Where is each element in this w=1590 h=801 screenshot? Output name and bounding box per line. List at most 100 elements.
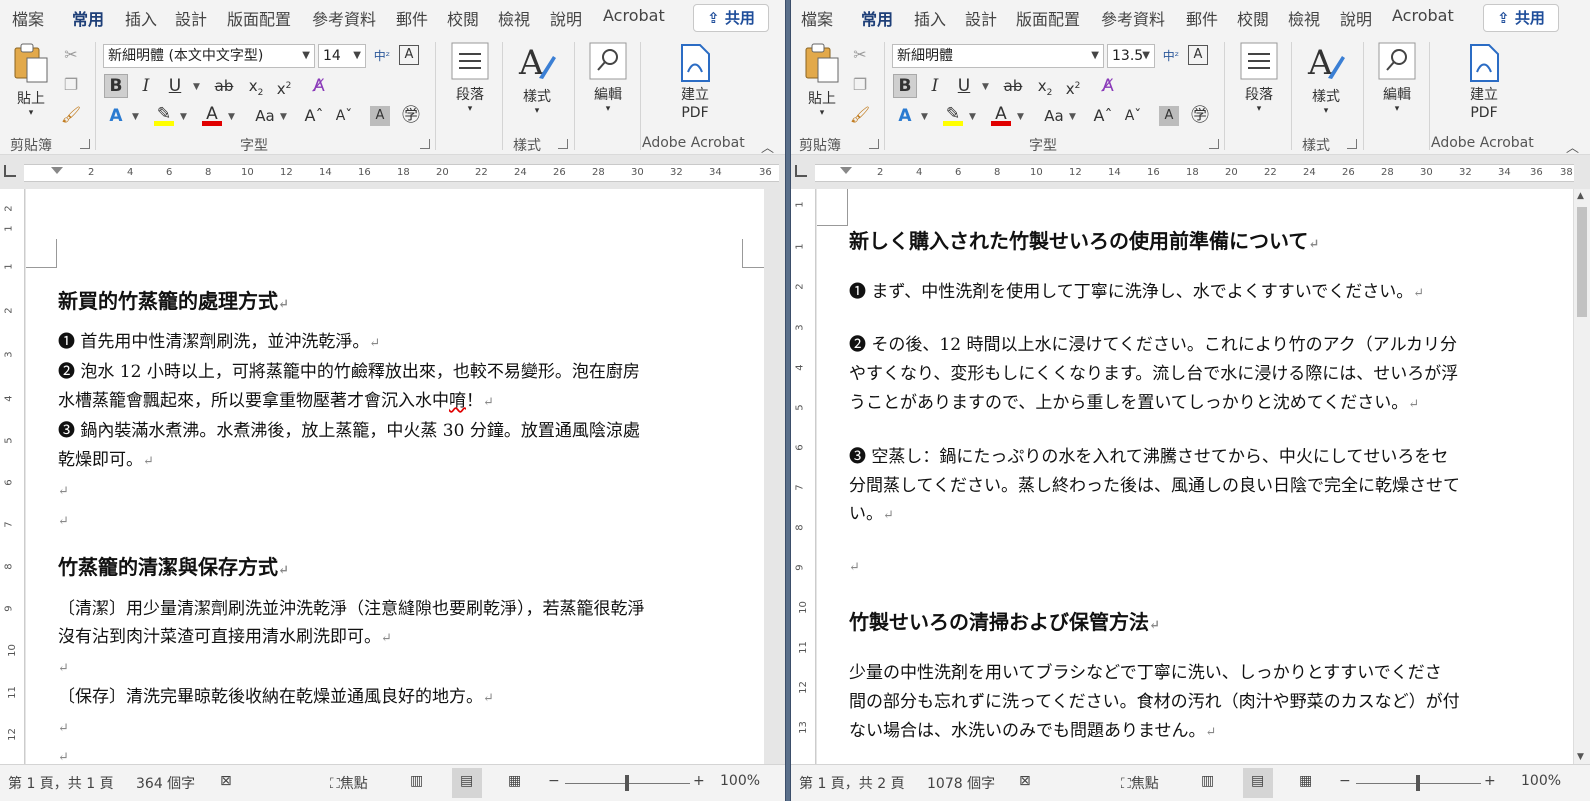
font-size-select[interactable]: 14 ▼ <box>318 44 366 68</box>
tab-home[interactable]: 常用 <box>72 6 105 37</box>
document-page[interactable]: 新しく購入された竹製せいろの使用前準備について↵ ❶ まず、中性洗剤を使用して丁… <box>817 189 1574 764</box>
chevron-down-icon[interactable]: ▼ <box>132 112 139 122</box>
document-page[interactable]: 新買的竹蒸籠的處理方式↵ ❶ 首先用中性清潔劑刷洗，並沖洗乾淨。↵ ❷ 泡水 1… <box>26 189 764 764</box>
change-case-icon[interactable]: Aa <box>250 104 280 128</box>
tab-acrobat[interactable]: Acrobat <box>1392 6 1454 25</box>
text-effects-icon[interactable]: A <box>104 104 128 128</box>
character-shading-icon[interactable]: A <box>1159 106 1179 126</box>
subscript-icon[interactable]: x2 <box>1033 74 1057 98</box>
first-line-indent-marker[interactable] <box>840 167 852 174</box>
paste-button[interactable]: 貼上 ▾ <box>801 42 843 118</box>
tab-mailings[interactable]: 郵件 <box>1186 6 1218 30</box>
page-count[interactable]: 第 1 頁，共 1 頁 <box>8 773 114 793</box>
create-pdf-button[interactable]: 建立 PDF <box>1461 44 1507 122</box>
phonetic-guide-icon[interactable]: 中ᶻ <box>1160 45 1182 67</box>
zoom-slider-thumb[interactable] <box>625 775 629 791</box>
superscript-icon[interactable]: x2 <box>1061 74 1085 98</box>
zoom-level[interactable]: 100% <box>720 773 760 789</box>
character-border-icon[interactable]: A <box>399 45 419 65</box>
font-name-select[interactable]: 新細明體 (本文中文字型) ▼ <box>103 44 315 68</box>
chevron-down-icon[interactable]: ▼ <box>180 112 187 122</box>
chevron-down-icon[interactable]: ▼ <box>982 82 989 92</box>
font-name-select[interactable]: 新細明體 ▼ <box>892 44 1104 68</box>
tab-references[interactable]: 參考資料 <box>1101 6 1165 30</box>
paste-button[interactable]: 貼上 ▾ <box>10 42 52 118</box>
tab-help[interactable]: 說明 <box>1340 6 1372 30</box>
first-line-indent-marker[interactable] <box>51 167 63 174</box>
tab-acrobat[interactable]: Acrobat <box>603 6 665 25</box>
font-color-icon[interactable]: A <box>200 102 224 126</box>
shrink-font-icon[interactable]: Aˇ <box>1121 104 1145 128</box>
zoom-in-icon[interactable]: + <box>693 773 705 789</box>
create-pdf-button[interactable]: 建立 PDF <box>672 44 718 122</box>
tab-view[interactable]: 檢視 <box>1288 6 1320 30</box>
enclose-characters-icon[interactable]: ㊫ <box>1188 104 1212 128</box>
share-button[interactable]: ⇪ 共用 <box>693 4 769 32</box>
tab-file[interactable]: 檔案 <box>12 6 44 30</box>
clipboard-launcher-icon[interactable] <box>869 139 879 149</box>
share-button[interactable]: ⇪ 共用 <box>1483 4 1559 32</box>
read-mode-icon[interactable]: ▥ <box>410 773 423 789</box>
font-size-select[interactable]: 13.5 ▼ <box>1107 44 1155 68</box>
italic-icon[interactable]: I <box>134 74 158 98</box>
web-layout-icon[interactable]: ▦ <box>508 773 521 789</box>
styles-button[interactable]: A 樣式 ▾ <box>515 42 559 116</box>
focus-mode-button[interactable]: ⛶焦點 <box>330 773 368 793</box>
highlight-icon[interactable]: ✎ <box>152 102 176 126</box>
font-launcher-icon[interactable] <box>420 139 430 149</box>
subscript-icon[interactable]: x2 <box>244 74 268 98</box>
strikethrough-icon[interactable]: ab <box>212 74 236 98</box>
font-launcher-icon[interactable] <box>1209 139 1219 149</box>
tab-file[interactable]: 檔案 <box>801 6 833 30</box>
tab-insert[interactable]: 插入 <box>125 6 157 30</box>
focus-mode-button[interactable]: ⛶焦點 <box>1121 773 1159 793</box>
tab-layout[interactable]: 版面配置 <box>1016 6 1080 30</box>
page-count[interactable]: 第 1 頁，共 2 頁 <box>799 773 905 793</box>
format-painter-icon[interactable]: 🖌 <box>60 104 82 126</box>
strikethrough-icon[interactable]: ab <box>1001 74 1025 98</box>
tab-insert[interactable]: 插入 <box>914 6 946 30</box>
clear-formatting-icon[interactable]: A̸ <box>307 74 331 98</box>
zoom-level[interactable]: 100% <box>1521 773 1561 789</box>
chevron-down-icon[interactable]: ▼ <box>280 112 287 122</box>
enclose-characters-icon[interactable]: ㊫ <box>399 104 423 128</box>
spelling-error-word[interactable]: 唷 <box>449 391 466 411</box>
chevron-down-icon[interactable]: ▼ <box>921 112 928 122</box>
copy-icon[interactable]: ❐ <box>849 74 871 96</box>
styles-launcher-icon[interactable] <box>558 139 568 149</box>
read-mode-icon[interactable]: ▥ <box>1201 773 1214 789</box>
chevron-down-icon[interactable]: ▼ <box>1069 112 1076 122</box>
character-border-icon[interactable]: A <box>1188 45 1208 65</box>
proofing-icon[interactable]: ⊠ <box>220 773 232 789</box>
underline-icon[interactable]: U <box>952 74 976 98</box>
italic-icon[interactable]: I <box>923 74 947 98</box>
chevron-down-icon[interactable]: ▼ <box>193 82 200 92</box>
collapse-ribbon-icon[interactable]: ︿ <box>1566 137 1579 156</box>
editing-button[interactable]: 編輯 ▾ <box>586 42 630 114</box>
paragraph-button[interactable]: 段落 ▾ <box>448 42 492 114</box>
highlight-icon[interactable]: ✎ <box>941 102 965 126</box>
tab-design[interactable]: 設計 <box>175 6 207 30</box>
paste-dropdown-icon[interactable]: ▾ <box>10 108 52 118</box>
clipboard-launcher-icon[interactable] <box>80 139 90 149</box>
zoom-in-icon[interactable]: + <box>1484 773 1496 789</box>
scroll-down-icon[interactable]: ▼ <box>1577 752 1584 762</box>
editing-button[interactable]: 編輯 ▾ <box>1375 42 1419 114</box>
copy-icon[interactable]: ❐ <box>60 74 82 96</box>
styles-button[interactable]: A 樣式 ▾ <box>1304 42 1348 116</box>
underline-icon[interactable]: U <box>163 74 187 98</box>
scrollbar-thumb[interactable] <box>1577 207 1587 317</box>
bold-icon[interactable]: B <box>104 74 128 98</box>
font-color-icon[interactable]: A <box>989 102 1013 126</box>
collapse-ribbon-icon[interactable]: ︿ <box>761 137 774 156</box>
tab-references[interactable]: 參考資料 <box>312 6 376 30</box>
tab-view[interactable]: 檢視 <box>498 6 530 30</box>
text-effects-icon[interactable]: A <box>893 104 917 128</box>
tab-design[interactable]: 設計 <box>965 6 997 30</box>
print-layout-icon[interactable]: ▤ <box>460 773 473 789</box>
shrink-font-icon[interactable]: Aˇ <box>332 104 356 128</box>
tab-review[interactable]: 校閱 <box>1237 6 1269 30</box>
tab-mailings[interactable]: 郵件 <box>396 6 428 30</box>
zoom-out-icon[interactable]: − <box>548 773 560 789</box>
zoom-slider-thumb[interactable] <box>1416 775 1420 791</box>
